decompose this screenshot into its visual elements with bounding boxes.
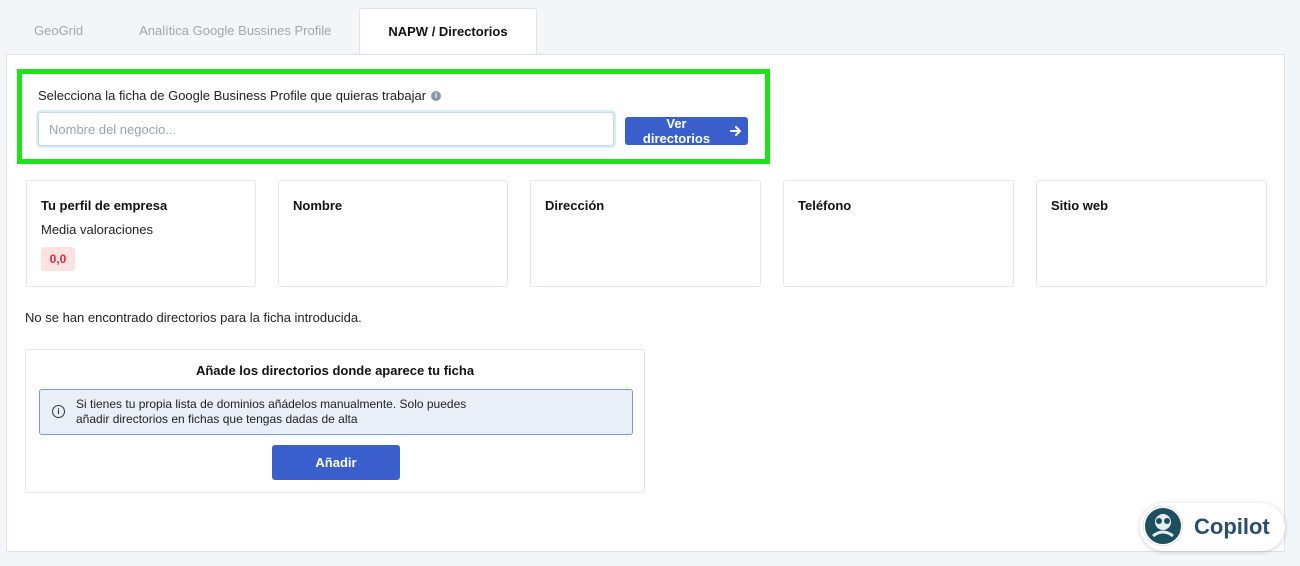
copilot-label: Copilot	[1194, 514, 1270, 539]
tab-napw-directorios[interactable]: NAPW / Directorios	[359, 8, 537, 56]
card-profile: Tu perfil de empresa Media valoraciones …	[26, 180, 256, 287]
business-name-input[interactable]	[38, 112, 614, 146]
card-profile-subtitle: Media valoraciones	[41, 222, 154, 237]
card-name: Nombre	[278, 180, 508, 287]
card-name-title: Nombre	[293, 198, 343, 213]
add-button[interactable]: Añadir	[272, 445, 400, 480]
add-directories-title: Añade los directorios donde aparece tu f…	[195, 363, 475, 378]
rating-badge: 0,0	[41, 247, 75, 271]
card-profile-title: Tu perfil de empresa	[41, 198, 168, 213]
card-phone-title: Teléfono	[798, 198, 852, 213]
info-alert-text: Si tienes tu propia lista de dominios añ…	[76, 397, 467, 426]
selector-label-text: Selecciona la ficha de Google Business P…	[38, 88, 427, 103]
tab-geogrid[interactable]: GeoGrid	[6, 8, 111, 54]
info-icon[interactable]: i	[431, 90, 442, 101]
selector-label: Selecciona la ficha de Google Business P…	[38, 88, 442, 103]
info-circle-icon: i	[52, 405, 65, 418]
add-directories-box: Añade los directorios donde aparece tu f…	[25, 349, 645, 493]
card-address: Dirección	[530, 180, 761, 287]
card-phone: Teléfono	[783, 180, 1014, 287]
status-message: No se han encontrado directorios para la…	[25, 310, 362, 325]
tab-bar: GeoGrid Analítica Google Bussines Profil…	[6, 8, 537, 56]
copilot-avatar-icon	[1143, 506, 1183, 546]
ver-directorios-label: Ver directorios	[642, 116, 711, 146]
arrow-right-icon	[730, 126, 741, 136]
copilot-button[interactable]: Copilot	[1140, 503, 1285, 551]
card-website: Sitio web	[1036, 180, 1267, 287]
card-address-title: Dirección	[545, 198, 605, 213]
info-alert: i Si tienes tu propia lista de dominios …	[39, 389, 633, 435]
card-website-title: Sitio web	[1051, 198, 1109, 213]
ver-directorios-button[interactable]: Ver directorios	[625, 116, 748, 146]
tab-analitica[interactable]: Analítica Google Bussines Profile	[111, 8, 359, 54]
